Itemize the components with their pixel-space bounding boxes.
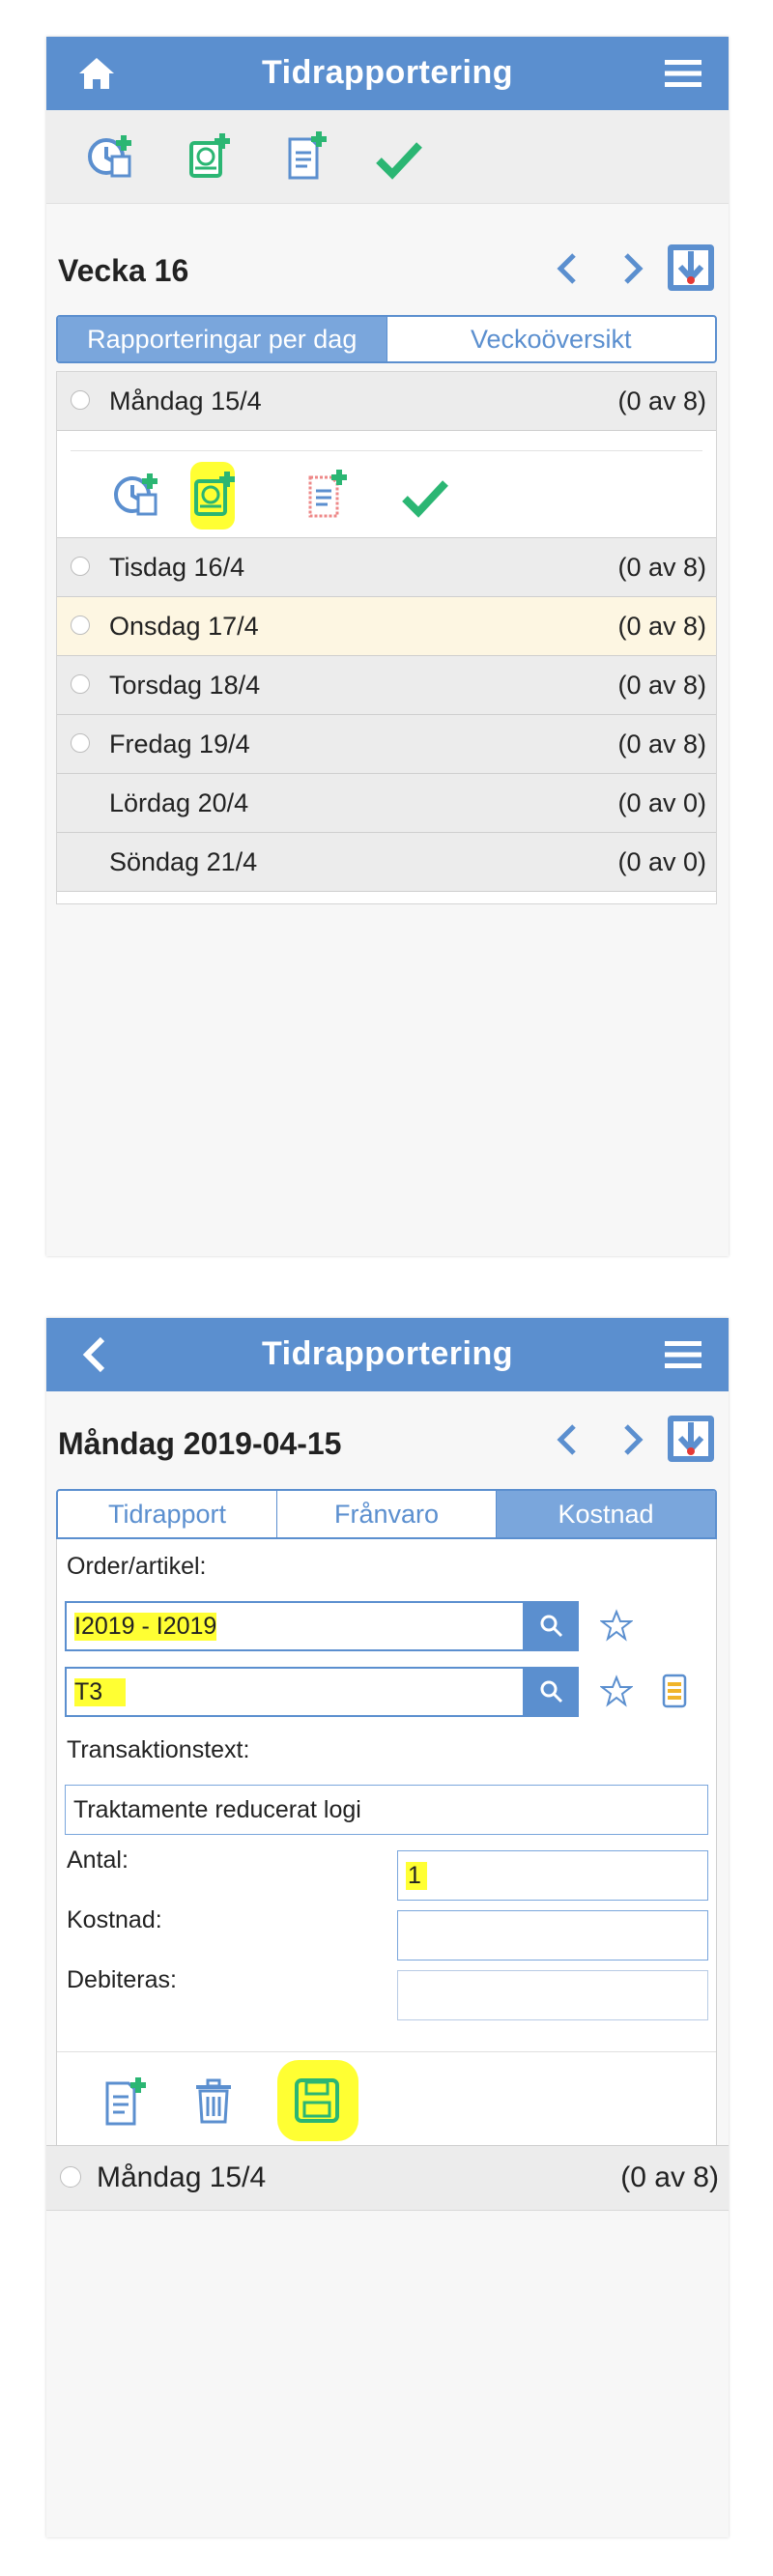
order-search-button[interactable] [525,1601,579,1651]
tab-kostnad[interactable]: Kostnad [497,1491,715,1537]
order-label: Order/artikel: [67,1553,207,1580]
star-icon[interactable] [600,1609,633,1642]
day-radio[interactable] [71,557,90,576]
transaction-value: Traktamente reducerat logi [73,1795,361,1823]
top-bar: Tidrapportering [46,37,729,110]
chevron-right-icon[interactable] [616,247,651,290]
day-name: Fredag 19/4 [109,730,250,758]
view-segment-control: Rapporteringar per dag Veckoöversikt [56,315,717,363]
day-count: (0 av 8) [617,671,706,700]
kostnad-label: Kostnad: [67,1906,162,1933]
day-radio[interactable] [71,674,90,694]
add-expense-icon[interactable] [186,466,243,522]
day-row-wednesday[interactable]: Onsdag 17/4 (0 av 8) [57,597,716,656]
chevron-right-icon[interactable] [616,1418,651,1461]
star-icon[interactable] [600,1674,633,1707]
day-list: Måndag 15/4 (0 av 8) Tisdag 16/4 (0 av 8… [56,371,717,904]
date-header: Måndag 2019-04-15 [46,1415,729,1473]
day-radio[interactable] [60,2166,81,2188]
add-expense-icon[interactable] [182,128,238,184]
day-row-sunday[interactable]: Söndag 21/4 (0 av 0) [57,833,716,891]
day-name: Lördag 20/4 [109,788,249,817]
approve-check-icon[interactable] [397,470,453,526]
trash-icon[interactable] [192,2077,235,2126]
day-row-saturday[interactable]: Lördag 20/4 (0 av 0) [57,774,716,833]
app-title: Tidrapportering [262,1335,513,1372]
kostnad-input[interactable] [397,1910,708,1961]
day-name: Torsdag 18/4 [109,671,261,700]
day-count: (0 av 8) [617,553,706,582]
day-name: Måndag 15/4 [109,386,262,415]
day-name: Tisdag 16/4 [109,553,245,582]
day-row-thursday[interactable]: Torsdag 18/4 (0 av 8) [57,656,716,715]
article-input[interactable]: T3 [65,1667,525,1717]
approve-check-icon[interactable] [371,131,427,187]
top-bar: Tidrapportering [46,1318,729,1391]
day-row-monday[interactable]: Måndag 15/4 (0 av 8) [57,372,716,431]
day-name: Måndag 15/4 [97,2161,267,2193]
day-name: Onsdag 17/4 [109,612,259,641]
week-header: Vecka 16 [46,242,729,300]
chevron-left-icon[interactable] [549,1418,584,1461]
day-count: (0 av 8) [617,612,706,641]
tab-bar: Tidrapport Frånvaro Kostnad [56,1489,717,1539]
day-row-tuesday[interactable]: Tisdag 16/4 (0 av 8) [57,538,716,597]
hamburger-menu-icon[interactable] [663,56,703,91]
tab-franvaro[interactable]: Frånvaro [277,1491,497,1537]
day-name: Söndag 21/4 [109,847,258,876]
save-icon[interactable] [293,2077,341,2124]
day-radio[interactable] [71,390,90,410]
day-count: (0 av 0) [617,847,706,876]
transaction-label: Transaktionstext: [67,1736,250,1763]
add-time-report-icon[interactable] [109,466,165,522]
hamburger-menu-icon[interactable] [663,1337,703,1372]
add-document-icon[interactable] [299,466,355,522]
download-icon[interactable] [665,242,717,294]
antal-input[interactable]: 1 [397,1850,708,1901]
toolbar [46,110,729,204]
add-document-icon[interactable] [101,2075,150,2128]
day-count: (0 av 8) [617,730,706,758]
search-icon [540,1615,563,1638]
order-input[interactable]: I2019 - I2019 [65,1601,525,1651]
list-document-icon[interactable] [660,1673,689,1709]
add-time-report-icon[interactable] [83,128,139,184]
transaction-input[interactable]: Traktamente reducerat logi [65,1785,708,1835]
debiteras-label: Debiteras: [67,1966,177,1993]
day-radio[interactable] [71,615,90,635]
day-row-monday[interactable]: Måndag 15/4 (0 av 8) [46,2145,729,2211]
day-count: (0 av 0) [617,788,706,817]
cost-form: Order/artikel: I2019 - I2019 T3 Transakt… [56,1539,717,2146]
add-document-icon[interactable] [278,128,334,184]
article-value: T3 [74,1677,127,1706]
day-radio[interactable] [71,733,90,753]
segment-daily-reports[interactable]: Rapporteringar per dag [58,317,387,361]
order-value: I2019 - I2019 [74,1612,217,1641]
antal-label: Antal: [67,1846,129,1874]
day-actions [57,431,716,538]
date-title: Måndag 2019-04-15 [58,1426,342,1461]
form-actions [57,2051,716,2147]
day-cost-screen: Tidrapportering Måndag 2019-04-15 Tidrap… [46,1318,729,2537]
debiteras-input[interactable] [397,1970,708,2020]
list-footer [57,891,716,903]
week-report-screen: Tidrapportering Vecka 16 Rapporteringar … [46,37,729,1256]
day-count: (0 av 8) [620,2161,719,2193]
chevron-left-icon[interactable] [549,247,584,290]
day-count: (0 av 8) [617,386,706,415]
app-title: Tidrapportering [262,54,513,91]
tab-tidrapport[interactable]: Tidrapport [58,1491,277,1537]
search-icon [540,1680,563,1703]
day-row-friday[interactable]: Fredag 19/4 (0 av 8) [57,715,716,774]
week-title: Vecka 16 [58,253,189,288]
antal-value: 1 [406,1861,427,1890]
article-search-button[interactable] [525,1667,579,1717]
download-icon[interactable] [665,1413,717,1465]
segment-week-overview[interactable]: Veckoöversikt [387,317,716,361]
